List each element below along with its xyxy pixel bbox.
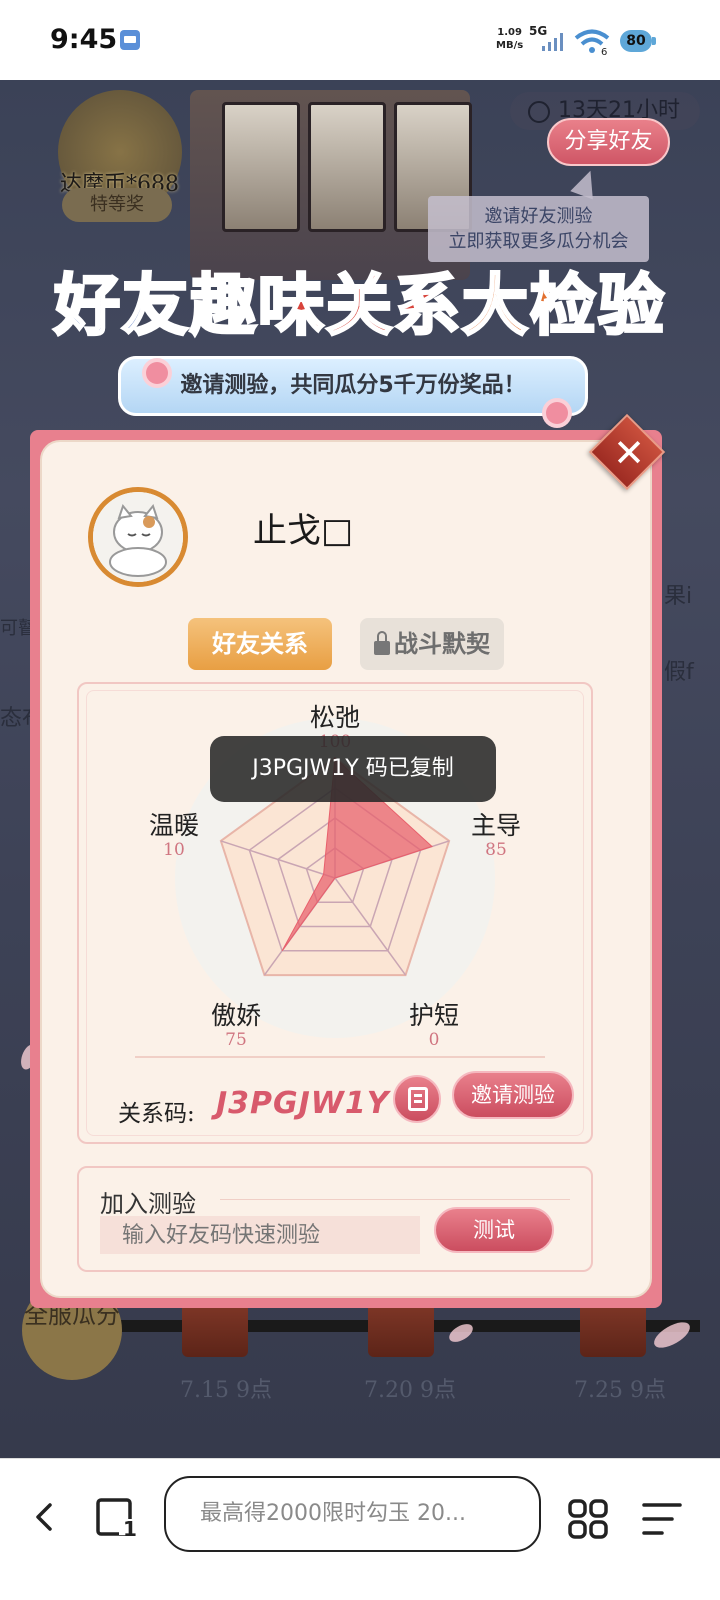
side-text: 果i [664, 584, 693, 609]
status-time: 9:45 [50, 24, 118, 55]
flower-decoration [546, 402, 568, 424]
event-title: 好友趣味关系大检验 [20, 250, 700, 360]
divider [135, 1056, 545, 1058]
test-button[interactable]: 测试 [434, 1207, 554, 1253]
back-arrow-icon[interactable] [28, 1499, 64, 1535]
radar-axis-value: 85 [485, 840, 507, 860]
tooltip-arrow [570, 166, 602, 200]
divider [220, 1199, 570, 1200]
close-icon: ✕ [613, 431, 645, 475]
reward-date: 7.20 9点 [364, 1378, 456, 1403]
browser-bottom-bar: 1 最高得2000限时勾玉 20... [0, 1458, 720, 1600]
copied-toast: J3PGJW1Y 码已复制 [210, 736, 496, 802]
prize-tier-badge: 特等奖 [62, 188, 172, 222]
network-speed: 1.09 MB/s [496, 26, 523, 52]
relationship-code-label: 关系码: [118, 1101, 195, 1127]
radar-axis-value: 0 [428, 1030, 440, 1050]
radar-axis-label: 护短 [408, 1001, 459, 1030]
radar-axis-label: 松弛 [309, 703, 360, 732]
copy-icon [408, 1087, 428, 1111]
radar-axis-value: 75 [225, 1030, 247, 1050]
event-title-part: 大检验 [461, 265, 666, 346]
share-friend-button[interactable]: 分享好友 [547, 118, 670, 166]
side-text: 假f [664, 660, 694, 685]
search-input[interactable]: 最高得2000限时勾玉 20... [164, 1476, 541, 1552]
status-bar: 9:45 1.09 MB/s 5G 6 80 [0, 0, 720, 80]
event-title-part: 好友 [53, 265, 190, 346]
tab-label: 战斗默契 [394, 630, 490, 658]
wifi-icon: 6 [574, 29, 610, 56]
tab-friend-relationship[interactable]: 好友关系 [188, 618, 332, 670]
battery-icon: 80 [620, 27, 656, 55]
app-notification-icon [120, 30, 140, 50]
invite-test-button[interactable]: 邀请测验 [452, 1071, 574, 1119]
network-speed-value: 1.09 [497, 27, 522, 38]
avatar [88, 487, 188, 587]
menu-icon[interactable] [640, 1497, 684, 1541]
battery-level: 80 [626, 33, 646, 49]
lock-icon [374, 631, 390, 655]
signal-icon [542, 33, 563, 51]
character-card [222, 102, 300, 232]
radar-axis-label: 温暖 [148, 811, 199, 840]
event-title-part: 趣味关系 [189, 265, 462, 346]
radar-axis-value: 10 [163, 840, 185, 860]
tabs-icon[interactable]: 1 [95, 1495, 139, 1539]
friend-code-input[interactable] [100, 1216, 420, 1254]
join-test-title: 加入测验 [100, 1190, 196, 1218]
username: 止戈□ [253, 511, 354, 551]
event-subtitle: 邀请测验，共同瓜分5千万份奖品！ [118, 356, 588, 416]
reward-date: 7.15 9点 [180, 1378, 272, 1403]
character-card [308, 102, 386, 232]
tab-battle-synergy[interactable]: 战斗默契 [360, 618, 504, 670]
radar-axis-label: 主导 [470, 811, 521, 840]
radar-axis-label: 傲娇 [210, 1001, 261, 1030]
svg-text:1: 1 [123, 1517, 137, 1539]
wifi-subscript: 6 [601, 47, 607, 56]
flower-decoration [146, 362, 168, 384]
network-speed-unit: MB/s [496, 40, 524, 51]
reward-date: 7.25 9点 [574, 1378, 666, 1403]
apps-grid-icon[interactable] [566, 1497, 610, 1541]
cat-avatar-icon [93, 492, 183, 582]
relationship-code-value: J3PGJW1Y [216, 1086, 390, 1121]
tooltip-line: 邀请好友测验 [484, 206, 593, 227]
copy-code-button[interactable] [393, 1075, 441, 1123]
